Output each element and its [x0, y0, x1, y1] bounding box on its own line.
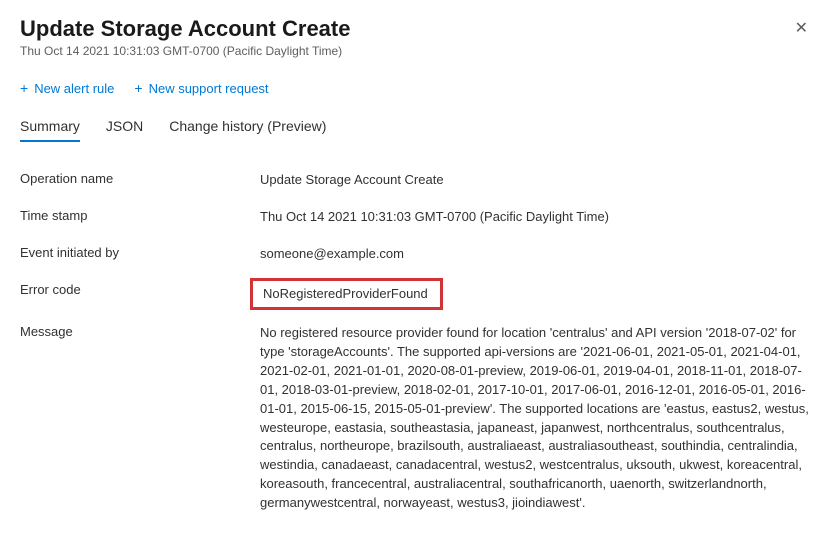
page-title: Update Storage Account Create — [20, 16, 350, 42]
new-alert-rule-label: New alert rule — [34, 81, 114, 96]
row-error-code: Error code NoRegisteredProviderFound — [20, 273, 812, 316]
value-event-initiated-by: someone@example.com — [260, 245, 812, 264]
tab-summary[interactable]: Summary — [20, 118, 80, 142]
value-message: No registered resource provider found fo… — [260, 324, 812, 512]
label-message: Message — [20, 324, 260, 512]
plus-icon: + — [134, 80, 142, 96]
details-section: Operation name Update Storage Account Cr… — [20, 162, 812, 522]
tab-bar: Summary JSON Change history (Preview) — [20, 118, 812, 142]
label-error-code: Error code — [20, 282, 260, 307]
value-error-code: NoRegisteredProviderFound — [263, 286, 428, 301]
new-alert-rule-button[interactable]: + New alert rule — [20, 80, 114, 96]
row-event-initiated-by: Event initiated by someone@example.com — [20, 236, 812, 273]
row-time-stamp: Time stamp Thu Oct 14 2021 10:31:03 GMT-… — [20, 199, 812, 236]
plus-icon: + — [20, 80, 28, 96]
new-support-request-label: New support request — [149, 81, 269, 96]
tab-json[interactable]: JSON — [106, 118, 143, 142]
value-time-stamp: Thu Oct 14 2021 10:31:03 GMT-0700 (Pacif… — [260, 208, 812, 227]
toolbar: + New alert rule + New support request — [20, 80, 812, 96]
row-operation-name: Operation name Update Storage Account Cr… — [20, 162, 812, 199]
value-operation-name: Update Storage Account Create — [260, 171, 812, 190]
close-button[interactable]: ✕ — [791, 16, 812, 40]
close-icon: ✕ — [795, 20, 808, 37]
error-code-highlight: NoRegisteredProviderFound — [250, 278, 443, 311]
new-support-request-button[interactable]: + New support request — [134, 80, 268, 96]
tab-change-history[interactable]: Change history (Preview) — [169, 118, 326, 142]
row-message: Message No registered resource provider … — [20, 315, 812, 521]
page-subtitle: Thu Oct 14 2021 10:31:03 GMT-0700 (Pacif… — [20, 44, 350, 58]
label-time-stamp: Time stamp — [20, 208, 260, 227]
label-event-initiated-by: Event initiated by — [20, 245, 260, 264]
value-error-code-wrap: NoRegisteredProviderFound — [260, 282, 812, 307]
label-operation-name: Operation name — [20, 171, 260, 190]
